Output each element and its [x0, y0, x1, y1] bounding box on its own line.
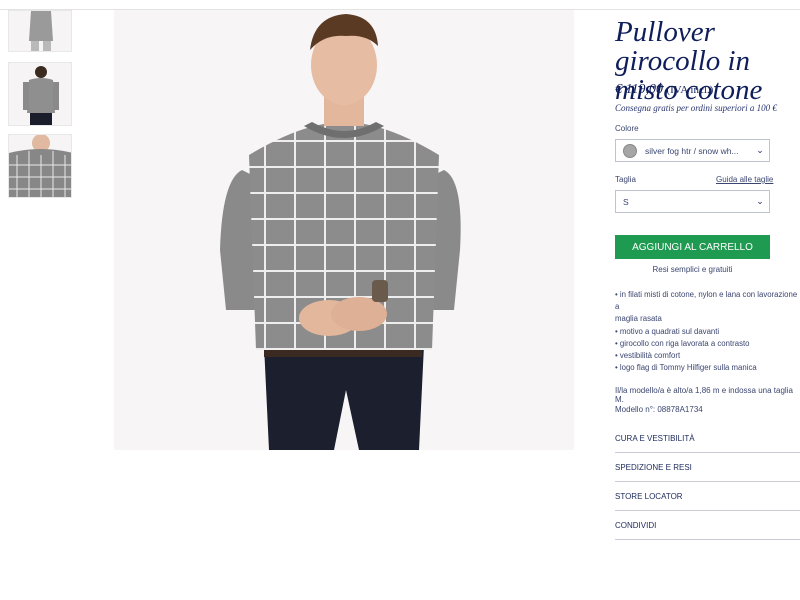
- accordion-shipping-returns[interactable]: SPEDIZIONE E RESI: [615, 453, 800, 482]
- product-main-image[interactable]: [114, 10, 574, 450]
- size-select-value: S: [623, 196, 629, 207]
- accordion-store-locator[interactable]: STORE LOCATOR: [615, 482, 800, 511]
- feature-item: • vestibilità comfort: [615, 351, 681, 361]
- color-select[interactable]: silver fog htr / snow wh... ⌄: [615, 139, 770, 162]
- accordion-share[interactable]: CONDIVIDI: [615, 511, 800, 540]
- feature-item: • motivo a quadrati sul davanti: [615, 326, 720, 336]
- color-label: Colore: [615, 124, 639, 133]
- thumbnail-detail-view[interactable]: [8, 134, 72, 198]
- add-to-cart-button[interactable]: AGGIUNGI AL CARRELLO: [615, 235, 770, 259]
- chevron-down-icon: ⌄: [756, 145, 764, 155]
- model-code: Modello n°: 08878A1734: [615, 405, 703, 414]
- product-price-row: € 119,00 (IVA incl.): [615, 82, 713, 98]
- feature-item: • girocollo con riga lavorata a contrast…: [615, 338, 750, 348]
- accordion-care-fit[interactable]: CURA E VESTIBILITÀ: [615, 424, 800, 453]
- size-select[interactable]: S ⌄: [615, 190, 770, 213]
- feature-item: maglia rasata: [615, 314, 662, 324]
- thumbnail-back-view[interactable]: [8, 62, 72, 126]
- model-info: Il/la modello/a è alto/a 1,86 m e indoss…: [615, 386, 793, 404]
- returns-note: Resi semplici e gratuiti: [652, 265, 733, 274]
- size-guide-link[interactable]: Guida alle taglie: [716, 175, 773, 184]
- chevron-down-icon: ⌄: [756, 196, 764, 206]
- thumbnail-front-crop[interactable]: [8, 10, 72, 52]
- feature-list: • in filati misti di cotone, nylon e lan…: [615, 289, 800, 374]
- feature-item: • logo flag di Tommy Hilfiger sulla mani…: [615, 363, 757, 373]
- shipping-note: Consegna gratis per ordini superiori a 1…: [615, 103, 777, 113]
- product-price: € 119,00: [615, 82, 663, 97]
- vat-note: (IVA incl.): [666, 84, 714, 96]
- feature-item: • in filati misti di cotone, nylon e lan…: [615, 290, 798, 312]
- color-select-value: silver fog htr / snow wh...: [645, 145, 739, 156]
- color-swatch-icon: [623, 143, 637, 158]
- size-label: Taglia: [615, 175, 636, 184]
